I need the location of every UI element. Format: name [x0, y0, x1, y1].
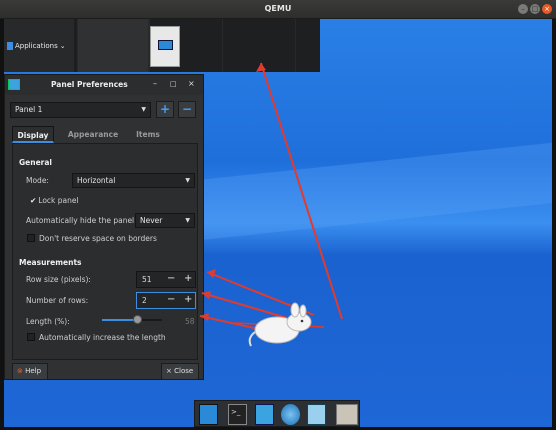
maximize-icon[interactable]: □ [530, 4, 540, 14]
minimize-icon[interactable]: – [518, 4, 528, 14]
files-icon[interactable] [255, 404, 274, 425]
show-desktop-icon[interactable] [199, 404, 218, 425]
arrow-to-panel [260, 62, 343, 320]
arrowhead-panel [256, 63, 266, 72]
desktop: Applications ⌄ Panel Preferences – □ × P… [4, 19, 552, 427]
qemu-titlebar: QEMU – □ × [0, 0, 556, 19]
bottom-dock: >_ [194, 400, 360, 427]
close-icon[interactable]: × [542, 4, 552, 14]
terminal-icon[interactable]: >_ [228, 404, 247, 425]
folder-icon[interactable] [336, 404, 358, 425]
search-icon[interactable] [307, 404, 326, 425]
xfce-mouse-logo [248, 302, 312, 347]
annotation-arrows [199, 62, 343, 338]
browser-icon[interactable] [281, 404, 300, 425]
window-title: QEMU [264, 4, 292, 13]
arrowhead-rows [202, 291, 211, 299]
